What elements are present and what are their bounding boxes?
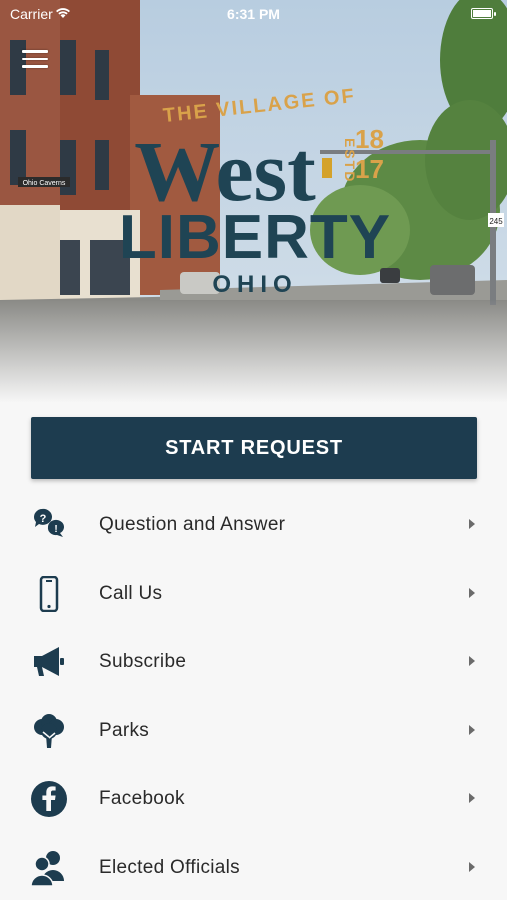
- menu-item-subscribe[interactable]: Subscribe: [0, 627, 507, 696]
- logo-line-liberty: LIBERTY: [119, 203, 391, 272]
- hero-banner: Ohio Caverns 245 THE VILLAGE OF West EST…: [0, 0, 507, 403]
- start-request-button[interactable]: START REQUEST: [31, 417, 477, 479]
- menu-item-label: Facebook: [99, 788, 185, 809]
- status-bar: Carrier 6:31 PM: [0, 0, 507, 28]
- hero-photo: Ohio Caverns 245 THE VILLAGE OF West EST…: [0, 0, 507, 403]
- logo-year-bottom: 17: [355, 154, 384, 184]
- menu-item-call-us[interactable]: Call Us: [0, 559, 507, 628]
- chevron-right-icon: [469, 724, 475, 735]
- main-menu-list: ? ! Question and Answer Call Us Subscrib…: [0, 490, 507, 900]
- menu-item-label: Question and Answer: [99, 514, 286, 535]
- officials-icon: [30, 849, 68, 887]
- phone-icon: [30, 575, 68, 613]
- megaphone-icon: [30, 643, 68, 681]
- street-sign-text: Ohio Caverns: [23, 180, 66, 187]
- facebook-icon: [30, 780, 68, 818]
- svg-text:?: ?: [40, 513, 47, 525]
- logo-line-ohio: OHIO: [212, 271, 297, 298]
- chevron-right-icon: [469, 793, 475, 803]
- tree-icon: [30, 712, 68, 750]
- menu-item-parks[interactable]: Parks: [0, 696, 507, 765]
- chevron-right-icon: [469, 861, 475, 872]
- chevron-right-icon: [469, 587, 475, 598]
- chevron-right-icon: [469, 656, 475, 666]
- svg-text:!: !: [54, 524, 57, 535]
- menu-item-label: Subscribe: [99, 651, 187, 672]
- menu-item-label: Elected Officials: [99, 856, 240, 878]
- route-sign-text: 245: [489, 217, 503, 226]
- menu-item-label: Parks: [99, 719, 150, 741]
- chevron-right-icon: [469, 519, 475, 529]
- hamburger-menu-icon[interactable]: [22, 50, 48, 70]
- logo-year-top: 18: [355, 124, 384, 154]
- battery-icon: [471, 8, 496, 19]
- menu-item-question-and-answer[interactable]: ? ! Question and Answer: [0, 490, 507, 559]
- status-time: 6:31 PM: [227, 6, 280, 22]
- menu-item-elected-officials[interactable]: Elected Officials: [0, 833, 507, 900]
- menu-item-label: Call Us: [99, 582, 163, 604]
- question-answer-icon: ? !: [30, 506, 68, 544]
- menu-item-facebook[interactable]: Facebook: [0, 764, 507, 833]
